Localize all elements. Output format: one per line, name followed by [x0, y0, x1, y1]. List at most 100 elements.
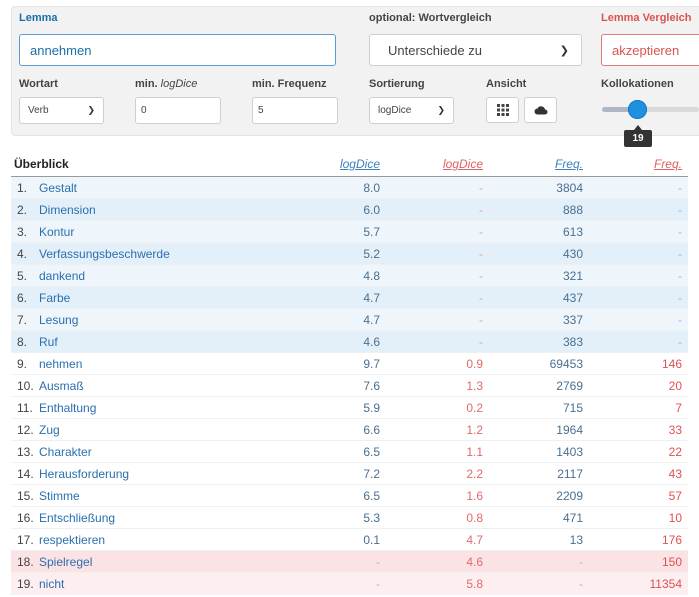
freq-compare-header[interactable]: Freq.	[589, 152, 688, 177]
collocate-link[interactable]: Kontur	[39, 225, 74, 239]
collocate-cell: 9. nehmen	[11, 352, 271, 375]
logdice-lemma-cell: 5.3	[271, 506, 386, 529]
logdice-lemma-header[interactable]: logDice	[271, 152, 386, 177]
table-row: 5. dankend 4.8-321-	[11, 264, 688, 287]
freq-compare-cell: 10	[589, 506, 688, 529]
collocate-link[interactable]: Enthaltung	[39, 401, 96, 415]
collocate-link[interactable]: Verfassungsbeschwerde	[39, 247, 170, 261]
rank-number: 4.	[17, 246, 28, 261]
collocate-link[interactable]: Spielregel	[39, 555, 92, 569]
collocate-link[interactable]: nicht	[39, 577, 64, 591]
min-logdice-input[interactable]	[135, 97, 221, 124]
logdice-compare-cell: 0.8	[386, 506, 489, 529]
min-frequenz-input[interactable]	[252, 97, 338, 124]
lemma-label: Lemma	[19, 12, 58, 24]
table-row: 1. Gestalt 8.0-3804-	[11, 176, 688, 199]
search-panel	[11, 6, 699, 136]
collocate-cell: 7. Lesung	[11, 308, 271, 331]
logdice-lemma-cell: 0.1	[271, 528, 386, 551]
freq-compare-cell: 7	[589, 396, 688, 419]
logdice-lemma-cell: -	[271, 550, 386, 573]
ansicht-label: Ansicht	[486, 78, 527, 90]
compare-label: optional: Wortvergleich	[369, 12, 492, 24]
lemma-compare-input[interactable]	[601, 34, 699, 66]
table-row: 13. Charakter 6.5 1.1 1403 22	[11, 440, 688, 463]
collocate-link[interactable]: Entschließung	[39, 511, 115, 525]
table-row: 6. Farbe 4.7-437-	[11, 286, 688, 309]
collocate-link[interactable]: Charakter	[39, 445, 92, 459]
collocate-link[interactable]: Zug	[39, 423, 60, 437]
logdice-compare-cell: -	[386, 264, 489, 287]
table-row: 19. nicht -5.8-11354	[11, 572, 688, 595]
logdice-compare-cell: 0.9	[386, 352, 489, 375]
collocate-link[interactable]: Farbe	[39, 291, 70, 305]
kollokationen-slider-handle[interactable]	[628, 100, 647, 119]
rank-number: 19.	[17, 576, 34, 591]
collocate-link[interactable]: Lesung	[39, 313, 78, 327]
collocate-link[interactable]: dankend	[39, 269, 85, 283]
freq-lemma-cell: 437	[489, 286, 589, 309]
freq-lemma-cell: -	[489, 572, 589, 595]
logdice-compare-cell: -	[386, 176, 489, 199]
wortart-select[interactable]: Verb ❯	[19, 97, 104, 124]
wortart-select-value: Verb	[28, 105, 49, 116]
collocate-link[interactable]: Herausforderung	[39, 467, 129, 481]
logdice-compare-cell: 1.3	[386, 374, 489, 397]
logdice-compare-header[interactable]: logDice	[386, 152, 489, 177]
freq-compare-cell: -	[589, 308, 688, 331]
results-table: Überblick logDice logDice Freq. Freq. 1.…	[11, 152, 688, 595]
wortart-label: Wortart	[19, 78, 58, 90]
min-logdice-label: min. logDice	[135, 78, 197, 90]
rank-number: 15.	[17, 488, 34, 503]
freq-compare-cell: 146	[589, 352, 688, 375]
logdice-lemma-cell: 4.7	[271, 308, 386, 331]
rank-number: 10.	[17, 378, 34, 393]
rank-number: 1.	[17, 180, 28, 195]
cloud-view-button[interactable]	[524, 97, 557, 123]
collocate-cell: 8. Ruf	[11, 330, 271, 353]
collocate-link[interactable]: nehmen	[39, 357, 82, 371]
freq-compare-cell: -	[589, 330, 688, 353]
table-row: 18. Spielregel -4.6-150	[11, 550, 688, 573]
kollokationen-slider[interactable]	[602, 107, 699, 112]
lemma-compare-label: Lemma Vergleich	[601, 12, 692, 24]
rank-number: 9.	[17, 356, 28, 371]
logdice-compare-cell: -	[386, 286, 489, 309]
freq-lemma-cell: -	[489, 550, 589, 573]
collocate-cell: 10. Ausmaß	[11, 374, 271, 397]
table-row: 7. Lesung 4.7-337-	[11, 308, 688, 331]
table-row: 14. Herausforderung 7.2 2.2 2117 43	[11, 462, 688, 485]
freq-lemma-cell: 2117	[489, 462, 589, 485]
freq-compare-cell: 20	[589, 374, 688, 397]
collocate-link[interactable]: Stimme	[39, 489, 80, 503]
logdice-lemma-cell: 4.7	[271, 286, 386, 309]
collocate-link[interactable]: Ruf	[39, 335, 58, 349]
logdice-compare-cell: -	[386, 308, 489, 331]
chevron-down-icon: ❯	[559, 44, 569, 57]
collocate-link[interactable]: Ausmaß	[39, 379, 84, 393]
freq-compare-cell: 150	[589, 550, 688, 573]
freq-compare-cell: -	[589, 198, 688, 221]
logdice-compare-cell: -	[386, 330, 489, 353]
freq-lemma-header[interactable]: Freq.	[489, 152, 589, 177]
table-row: 12. Zug 6.6 1.2 1964 33	[11, 418, 688, 441]
sortierung-select[interactable]: logDice ❯	[369, 97, 454, 124]
collocate-link[interactable]: Dimension	[39, 203, 96, 217]
collocate-cell: 1. Gestalt	[11, 176, 271, 199]
freq-lemma-cell: 2769	[489, 374, 589, 397]
compare-select[interactable]: Unterschiede zu ❯	[369, 34, 582, 66]
freq-compare-cell: 11354	[589, 572, 688, 595]
logdice-lemma-cell: 6.0	[271, 198, 386, 221]
collocate-cell: 14. Herausforderung	[11, 462, 271, 485]
freq-compare-cell: -	[589, 286, 688, 309]
kollokationen-value-tooltip: 19	[624, 125, 652, 147]
freq-compare-cell: -	[589, 220, 688, 243]
logdice-lemma-cell: 5.9	[271, 396, 386, 419]
lemma-input[interactable]	[19, 34, 336, 66]
collocate-link[interactable]: Gestalt	[39, 181, 77, 195]
collocate-link[interactable]: respektieren	[39, 533, 105, 547]
table-view-button[interactable]	[486, 97, 519, 123]
table-header-row: Überblick logDice logDice Freq. Freq.	[11, 152, 688, 177]
rank-number: 18.	[17, 554, 34, 569]
table-row: 10. Ausmaß 7.6 1.3 2769 20	[11, 374, 688, 397]
